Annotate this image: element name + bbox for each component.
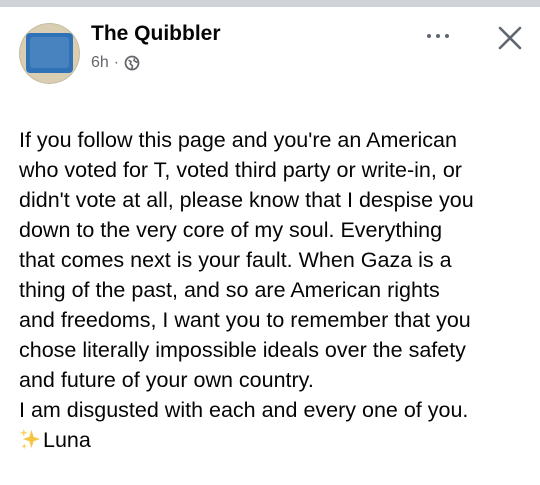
post-text: If you follow this page and you're an Am… [19, 128, 474, 422]
close-icon[interactable] [495, 23, 525, 53]
top-divider [0, 0, 540, 7]
post-header: The Quibbler 6h · [91, 22, 221, 72]
post-signature: Luna [19, 425, 534, 455]
meta-separator: · [113, 54, 120, 71]
sparkles-icon [19, 428, 41, 450]
signature-name: Luna [43, 428, 91, 452]
globe-icon [124, 55, 140, 71]
post-meta: 6h · [91, 54, 221, 72]
page-avatar[interactable] [19, 23, 80, 84]
post-timestamp[interactable]: 6h [91, 54, 109, 72]
post-body: If you follow this page and you're an Am… [19, 95, 534, 485]
post-card: The Quibbler 6h · If you follow this pag… [0, 7, 540, 452]
more-options-icon[interactable] [421, 24, 455, 48]
avatar-image [26, 33, 73, 73]
page-name-link[interactable]: The Quibbler [91, 22, 221, 46]
